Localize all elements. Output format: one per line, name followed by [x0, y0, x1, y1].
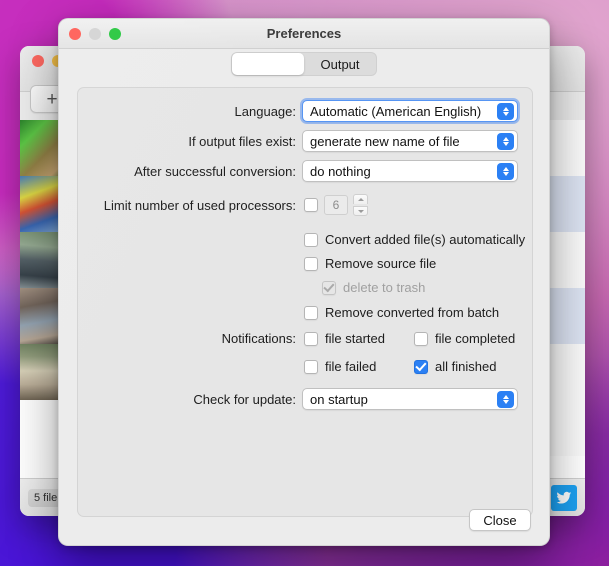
tab-output[interactable]: Output [304, 53, 376, 75]
if-output-files-exist-value: generate new name of file [310, 133, 460, 149]
notify-file-completed-row[interactable]: file completed [414, 331, 515, 346]
notify-file-completed-label: file completed [435, 331, 516, 346]
language-label: Language: [234, 103, 296, 119]
row-delete-to-trash: delete to trash [322, 280, 549, 295]
preferences-traffic-lights [69, 28, 121, 40]
check-for-update-select[interactable]: on startup [302, 388, 518, 410]
notify-file-failed-row[interactable]: file failed [304, 359, 414, 374]
check-for-update-label: Check for update: [193, 391, 296, 407]
row-if-output-files-exist: If output files exist: generate new name… [78, 130, 518, 152]
convert-added-checkbox-row[interactable]: Convert added file(s) automatically [304, 232, 525, 247]
row-notifications-1: Notifications: file started file complet… [78, 331, 534, 346]
chevron-updown-icon [497, 133, 514, 150]
row-convert-added: Convert added file(s) automatically [304, 232, 534, 247]
desktop-wallpaper: + 5 file(Preferences Output Language: A… [0, 0, 609, 566]
processors-count-field[interactable]: 6 [324, 195, 348, 215]
notify-file-completed-checkbox[interactable] [414, 331, 428, 346]
convert-added-label: Convert added file(s) automatically [325, 232, 526, 247]
notify-file-started-label: file started [325, 331, 385, 346]
after-successful-conversion-label: After successful conversion: [134, 163, 296, 179]
stepper-up-icon[interactable] [353, 194, 368, 204]
delete-to-trash-checkbox [322, 280, 336, 295]
remove-source-label: Remove source file [325, 256, 437, 271]
row-check-for-update: Check for update: on startup [78, 388, 518, 410]
remove-converted-label: Remove converted from batch [325, 305, 500, 320]
remove-converted-checkbox[interactable] [304, 305, 318, 320]
preferences-minimize-button [89, 28, 101, 40]
preferences-zoom-button[interactable] [109, 28, 121, 40]
preferences-close-button[interactable] [69, 28, 81, 40]
if-output-files-exist-select[interactable]: generate new name of file [302, 130, 518, 152]
stepper-down-icon[interactable] [353, 206, 368, 216]
if-output-files-exist-label: If output files exist: [188, 133, 296, 149]
notifications-label: Notifications: [221, 331, 296, 346]
notify-all-finished-row[interactable]: all finished [414, 359, 496, 374]
notify-file-started-row[interactable]: file started [304, 331, 414, 346]
tab-general[interactable] [232, 53, 304, 75]
background-close-button[interactable] [32, 55, 44, 67]
remove-converted-checkbox-row[interactable]: Remove converted from batch [304, 305, 499, 320]
chevron-updown-icon [497, 391, 514, 408]
notify-all-finished-checkbox[interactable] [414, 359, 428, 374]
processors-stepper[interactable] [353, 194, 368, 216]
preferences-titlebar: Preferences [59, 19, 549, 49]
after-successful-conversion-value: do nothing [310, 163, 371, 179]
delete-to-trash-checkbox-row: delete to trash [322, 280, 425, 295]
notify-file-failed-label: file failed [325, 359, 377, 374]
language-value: Automatic (American English) [310, 103, 482, 119]
row-remove-converted: Remove converted from batch [304, 305, 534, 320]
row-notifications-2: file failed all finished [78, 359, 534, 374]
notify-file-failed-checkbox[interactable] [304, 359, 318, 374]
limit-processors-checkbox[interactable] [304, 198, 318, 212]
remove-source-checkbox[interactable] [304, 256, 318, 271]
convert-added-checkbox[interactable] [304, 232, 318, 247]
page-title: Preferences [266, 26, 342, 41]
language-select[interactable]: Automatic (American English) [300, 98, 520, 124]
check-for-update-value: on startup [310, 391, 368, 407]
notify-all-finished-label: all finished [435, 359, 497, 374]
preferences-dialog[interactable]: Preferences Output Language: Automatic (… [58, 18, 550, 546]
preferences-tabbar: Output [59, 49, 549, 79]
after-successful-conversion-select[interactable]: do nothing [302, 160, 518, 182]
remove-source-checkbox-row[interactable]: Remove source file [304, 256, 436, 271]
row-language: Language: Automatic (American English) [78, 98, 520, 124]
chevron-updown-icon [497, 163, 514, 180]
row-remove-source: Remove source file [304, 256, 534, 271]
notify-file-started-checkbox[interactable] [304, 331, 318, 346]
delete-to-trash-label: delete to trash [343, 280, 426, 295]
row-after-successful-conversion: After successful conversion: do nothing [78, 160, 518, 182]
limit-processors-label: Limit number of used processors: [103, 197, 296, 213]
chevron-updown-icon [497, 103, 514, 120]
row-limit-processors: Limit number of used processors: 6 [78, 194, 518, 216]
preferences-panel: Language: Automatic (American English) I… [77, 87, 533, 517]
tab-group: Output [231, 52, 377, 76]
close-button[interactable]: Close [469, 509, 531, 531]
twitter-icon[interactable] [551, 484, 577, 511]
plus-icon: + [46, 88, 58, 110]
